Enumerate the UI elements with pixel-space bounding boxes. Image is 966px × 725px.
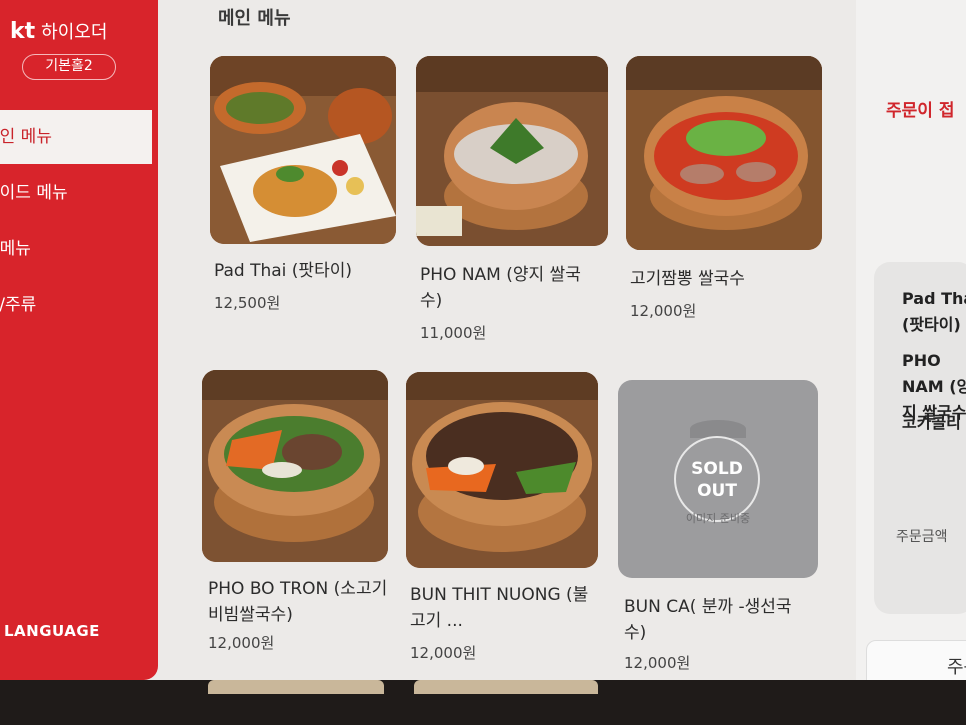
- menu-name[interactable]: BUN THIT NUONG (불고기 ...: [410, 582, 596, 634]
- menu-image-pad-thai[interactable]: [210, 56, 396, 244]
- menu-name[interactable]: PHO NAM (양지 쌀국수): [420, 262, 600, 314]
- sidebar-item-main-menu[interactable]: 메인 메뉴: [0, 110, 152, 164]
- menu-price: 12,000원: [208, 634, 275, 652]
- sidebar-item-label: 음료/주류: [0, 295, 37, 315]
- food-photo: [202, 370, 388, 562]
- menu-name[interactable]: Pad Thai (팟타이): [214, 258, 404, 284]
- store-badge: 기본홀2: [22, 54, 116, 80]
- sidebar-item-label: 주메뉴: [0, 239, 31, 259]
- menu-name[interactable]: 고기짬뽕 쌀국수: [630, 266, 820, 292]
- cart-item[interactable]: 코카콜리: [902, 410, 961, 436]
- app-name: 하이오더: [41, 22, 108, 43]
- food-photo: [416, 56, 608, 246]
- menu-image-pho-nam[interactable]: [416, 56, 608, 246]
- sidebar-item-side-menu[interactable]: 사이드 메뉴: [0, 166, 152, 220]
- order-status: 주문이 접: [886, 101, 955, 121]
- menu-price: 12,000원: [624, 654, 691, 672]
- menu-price: 11,000원: [420, 324, 487, 342]
- image-placeholder-text: 이미지 준비중: [685, 512, 751, 525]
- menu-image-pho-bo-tron[interactable]: [202, 370, 388, 562]
- menu-image-bun-ca[interactable]: SOLD OUT 이미지 준비중: [618, 380, 818, 578]
- sidebar-item-label: 메인 메뉴: [0, 127, 52, 147]
- sidebar: kt하이오더 기본홀2 메인 메뉴 사이드 메뉴 주메뉴 음료/주류 LANGU…: [0, 0, 158, 680]
- cart-list: Pad Thai (팟타이) PHO NAM (양지 쌀국수) 코카콜리: [874, 262, 966, 614]
- food-photo: [406, 372, 598, 568]
- sidebar-item-main-dish[interactable]: 주메뉴: [0, 222, 152, 276]
- food-photo: [626, 56, 822, 250]
- cart-panel: 주문이 접 Pad Thai (팟타이) PHO NAM (양지 쌀국수) 코카…: [856, 0, 966, 694]
- menu-name[interactable]: BUN CA( 분까 -생선국수): [624, 594, 810, 646]
- food-photo: [210, 56, 396, 244]
- brand-logo: kt 하이오더: [10, 18, 107, 44]
- menu-image-bun-thit-nuong[interactable]: [406, 372, 598, 568]
- menu-name[interactable]: PHO BO TRON (소고기 비빔쌀국수): [208, 576, 388, 628]
- total-label: 주문금액: [896, 529, 948, 545]
- sidebar-item-label: 사이드 메뉴: [0, 183, 68, 203]
- menu-image-jjamppong[interactable]: [626, 56, 822, 250]
- next-row-peek: [414, 680, 598, 694]
- menu-price: 12,000원: [410, 644, 477, 662]
- section-title: 메인 메뉴: [218, 8, 291, 29]
- cart-item[interactable]: Pad Thai (팟타이): [902, 286, 966, 338]
- menu-price: 12,500원: [214, 294, 281, 312]
- kiosk-screen: kt하이오더 기본홀2 메인 메뉴 사이드 메뉴 주메뉴 음료/주류 LANGU…: [0, 0, 966, 694]
- next-row-peek: [208, 680, 384, 694]
- language-button[interactable]: LANGUAGE: [4, 622, 100, 640]
- kt-logo: kt: [10, 19, 36, 44]
- sidebar-item-drinks[interactable]: 음료/주류: [0, 278, 152, 332]
- menu-price: 12,000원: [630, 302, 697, 320]
